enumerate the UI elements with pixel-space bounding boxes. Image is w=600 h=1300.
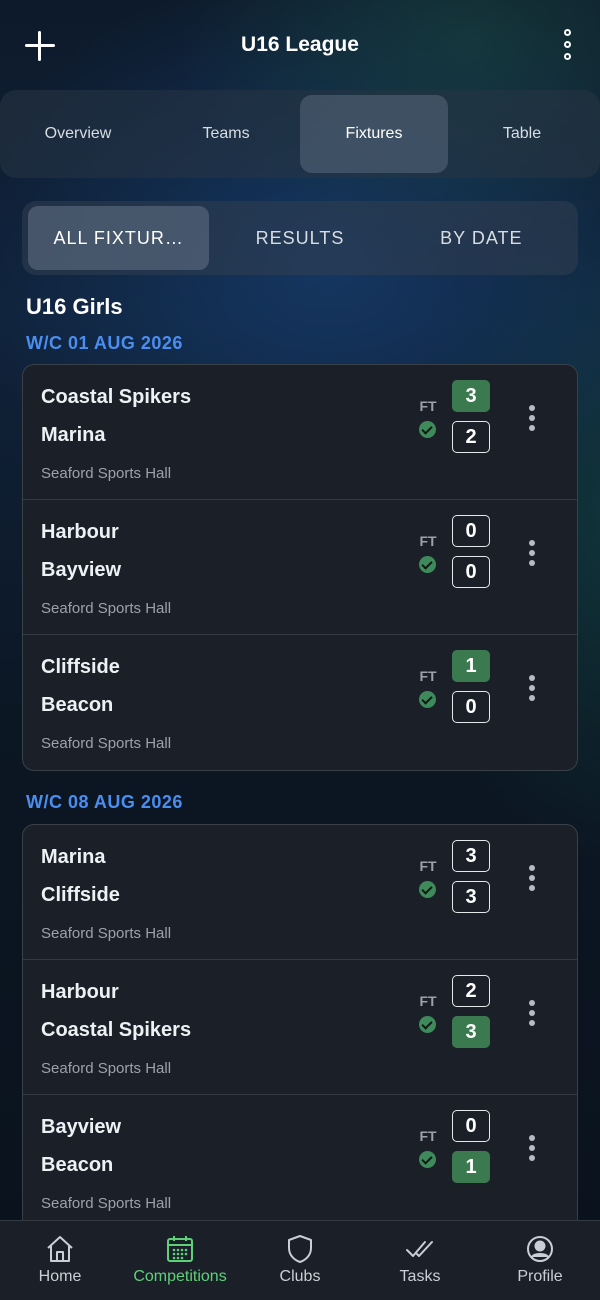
filter-all-fixtures[interactable]: ALL FIXTUR… xyxy=(28,206,210,270)
venue: Seaford Sports Hall xyxy=(41,600,172,617)
home-team: Coastal Spikers xyxy=(41,386,192,408)
fixture-row[interactable]: Harbour Bayview Seaford Sports Hall FT 0… xyxy=(23,500,577,635)
away-score: 0 xyxy=(452,556,490,588)
calendar-icon xyxy=(167,1236,193,1262)
venue: Seaford Sports Hall xyxy=(41,1060,172,1077)
venue: Seaford Sports Hall xyxy=(41,735,172,752)
filter-results[interactable]: RESULTS xyxy=(209,206,390,270)
fixture-row[interactable]: Coastal Spikers Marina Seaford Sports Ha… xyxy=(23,365,577,500)
bottom-nav: Home Competitions Clubs Tasks Profile xyxy=(0,1220,600,1300)
app: U16 League Overview Teams Fixtures Table… xyxy=(0,0,600,1300)
nav-label-tasks: Tasks xyxy=(399,1268,441,1285)
venue: Seaford Sports Hall xyxy=(41,1195,172,1212)
nav-home[interactable]: Home xyxy=(0,1221,120,1300)
away-team: Beacon xyxy=(41,694,114,716)
away-score: 3 xyxy=(452,881,490,913)
filter-by-date[interactable]: BY DATE xyxy=(391,206,572,270)
home-team: Harbour xyxy=(41,981,119,1003)
header: U16 League xyxy=(0,0,600,90)
venue: Seaford Sports Hall xyxy=(41,925,172,942)
check-icon xyxy=(419,1016,436,1033)
home-score: 0 xyxy=(452,1110,490,1142)
away-score: 0 xyxy=(452,691,490,723)
away-team: Coastal Spikers xyxy=(41,1019,192,1041)
fixture-more-icon[interactable] xyxy=(523,863,541,893)
away-team: Marina xyxy=(41,424,106,446)
nav-label-home: Home xyxy=(38,1268,82,1285)
nav-clubs[interactable]: Clubs xyxy=(240,1221,360,1300)
fixture-row[interactable]: Harbour Coastal Spikers Seaford Sports H… xyxy=(23,960,577,1095)
top-tabs: Overview Teams Fixtures Table xyxy=(0,90,600,178)
match-status: FT xyxy=(419,993,437,1009)
fixture-more-icon[interactable] xyxy=(523,673,541,703)
away-team: Beacon xyxy=(41,1154,114,1176)
match-status: FT xyxy=(419,668,437,684)
away-team: Cliffside xyxy=(41,884,120,906)
tab-overview[interactable]: Overview xyxy=(4,95,152,173)
fixture-group: Coastal Spikers Marina Seaford Sports Ha… xyxy=(22,364,578,771)
away-score: 2 xyxy=(452,421,490,453)
fixture-more-icon[interactable] xyxy=(523,538,541,568)
nav-competitions[interactable]: Competitions xyxy=(120,1221,240,1300)
match-status: FT xyxy=(419,533,437,549)
check-icon xyxy=(419,421,436,438)
tab-teams[interactable]: Teams xyxy=(152,95,300,173)
tab-table[interactable]: Table xyxy=(448,95,596,173)
nav-label-competitions: Competitions xyxy=(133,1268,227,1285)
nav-label-profile: Profile xyxy=(517,1268,563,1285)
fixture-more-icon[interactable] xyxy=(523,403,541,433)
home-score: 3 xyxy=(452,380,490,412)
check-icon xyxy=(419,1151,436,1168)
double-check-icon xyxy=(406,1241,433,1257)
fixture-row[interactable]: Bayview Beacon Seaford Sports Hall FT 0 … xyxy=(23,1095,577,1230)
home-score: 1 xyxy=(452,650,490,682)
fixture-filter: ALL FIXTUR… RESULTS BY DATE xyxy=(22,201,578,275)
tab-fixtures[interactable]: Fixtures xyxy=(300,95,448,173)
match-status: FT xyxy=(419,398,437,414)
home-icon xyxy=(47,1236,73,1262)
week-label: W/C 08 AUG 2026 xyxy=(26,792,183,812)
away-score: 3 xyxy=(452,1016,490,1048)
home-team: Bayview xyxy=(41,1116,122,1138)
check-icon xyxy=(419,556,436,573)
away-team: Bayview xyxy=(41,559,122,581)
fixture-row[interactable]: Cliffside Beacon Seaford Sports Hall FT … xyxy=(23,635,577,770)
nav-label-clubs: Clubs xyxy=(279,1268,321,1285)
home-team: Harbour xyxy=(41,521,119,543)
check-icon xyxy=(419,691,436,708)
week-label: W/C 01 AUG 2026 xyxy=(26,333,183,353)
home-score: 0 xyxy=(452,515,490,547)
fixture-more-icon[interactable] xyxy=(523,998,541,1028)
page-title: U16 League xyxy=(241,33,359,56)
fixture-group: Marina Cliffside Seaford Sports Hall FT … xyxy=(22,824,578,1231)
shield-icon xyxy=(288,1235,312,1263)
nav-profile[interactable]: Profile xyxy=(480,1221,600,1300)
more-options-icon[interactable] xyxy=(560,28,576,62)
nav-tasks[interactable]: Tasks xyxy=(360,1221,480,1300)
fixture-row[interactable]: Marina Cliffside Seaford Sports Hall FT … xyxy=(23,825,577,960)
profile-icon xyxy=(527,1236,553,1262)
home-team: Cliffside xyxy=(41,656,120,678)
match-status: FT xyxy=(419,858,437,874)
home-score: 2 xyxy=(452,975,490,1007)
match-status: FT xyxy=(419,1128,437,1144)
section-title: U16 Girls xyxy=(26,294,123,319)
fixture-more-icon[interactable] xyxy=(523,1133,541,1163)
away-score: 1 xyxy=(452,1151,490,1183)
home-team: Marina xyxy=(41,846,106,868)
check-icon xyxy=(419,881,436,898)
venue: Seaford Sports Hall xyxy=(41,465,172,482)
home-score: 3 xyxy=(452,840,490,872)
